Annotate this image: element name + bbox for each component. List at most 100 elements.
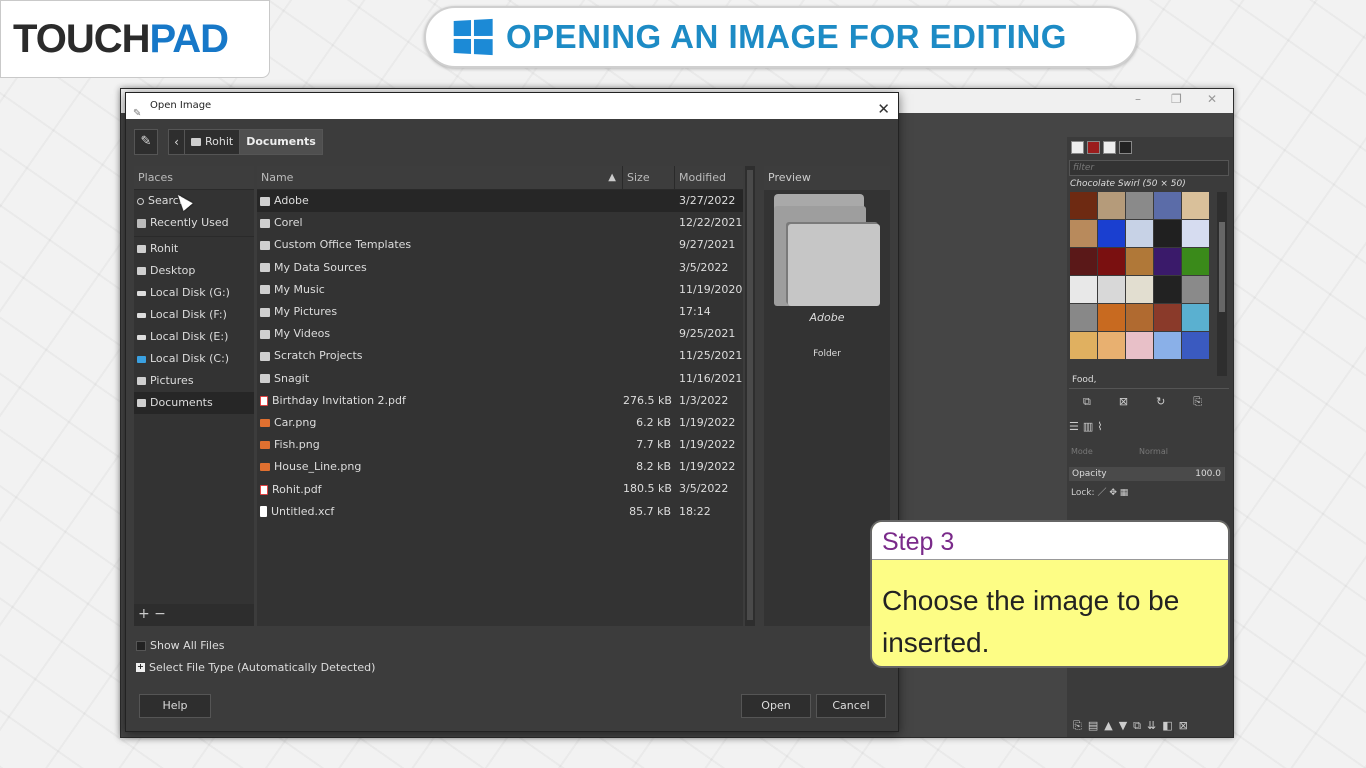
type-location-icon[interactable]: ✎ <box>134 129 158 155</box>
pattern-swatch[interactable] <box>1126 192 1153 219</box>
place-item[interactable]: Local Disk (E:) <box>134 326 254 348</box>
checkbox-icon[interactable] <box>136 640 146 651</box>
pattern-swatch[interactable] <box>1182 248 1209 275</box>
file-row[interactable]: Car.png 6.2 kB 1/19/2022 <box>257 412 743 434</box>
mask-icon[interactable]: ◧ <box>1162 719 1172 733</box>
brush-tab-icon[interactable] <box>1071 141 1084 154</box>
layers-tab-icon[interactable]: ☰ <box>1069 420 1079 433</box>
pattern-swatch[interactable] <box>1098 276 1125 303</box>
pattern-swatch[interactable] <box>1154 192 1181 219</box>
place-item[interactable]: Desktop <box>134 260 254 282</box>
pattern-swatch[interactable] <box>1182 220 1209 247</box>
pattern-swatch[interactable] <box>1182 304 1209 331</box>
file-row[interactable]: Fish.png 7.7 kB 1/19/2022 <box>257 434 743 456</box>
breadcrumb-rohit[interactable]: Rohit <box>185 130 240 154</box>
pattern-swatch[interactable] <box>1098 304 1125 331</box>
layer-mode[interactable]: Mode Normal <box>1071 447 1227 456</box>
pattern-swatch[interactable] <box>1070 192 1097 219</box>
pattern-swatch[interactable] <box>1098 220 1125 247</box>
pattern-swatch[interactable] <box>1182 332 1209 359</box>
select-file-type-expander[interactable]: + Select File Type (Automatically Detect… <box>136 661 375 674</box>
new-layer-icon[interactable]: ⎘ <box>1073 719 1082 733</box>
file-row[interactable]: My Pictures 17:14 <box>257 301 743 323</box>
place-item[interactable]: Local Disk (C:) <box>134 348 254 370</box>
place-item[interactable]: Documents <box>134 392 254 414</box>
pattern-swatch[interactable] <box>1126 220 1153 247</box>
maximize-icon[interactable]: ❐ <box>1171 92 1182 106</box>
opacity-slider[interactable]: Opacity 100.0 <box>1069 467 1225 481</box>
pattern-swatch[interactable] <box>1070 332 1097 359</box>
pattern-swatch[interactable] <box>1182 192 1209 219</box>
merge-icon[interactable]: ⇊ <box>1147 719 1156 733</box>
place-item[interactable]: Pictures <box>134 370 254 392</box>
pattern-scrollbar[interactable] <box>1217 192 1227 376</box>
file-row[interactable]: Rohit.pdf 180.5 kB 3/5/2022 <box>257 478 743 500</box>
minimize-icon[interactable]: – <box>1135 92 1141 106</box>
paths-tab-icon[interactable]: ⌇ <box>1097 420 1102 433</box>
help-tab-icon[interactable] <box>1119 141 1132 154</box>
file-row[interactable]: Custom Office Templates 9/27/2021 <box>257 234 743 256</box>
file-row[interactable]: Corel 12/22/2021 <box>257 212 743 234</box>
new-group-icon[interactable]: ▤ <box>1088 719 1098 733</box>
lock-alpha-icon[interactable]: ▦ <box>1120 488 1129 498</box>
delete-icon[interactable]: ⊠ <box>1119 395 1128 409</box>
refresh-icon[interactable]: ↻ <box>1156 395 1165 409</box>
place-item[interactable]: Local Disk (G:) <box>134 282 254 304</box>
pattern-swatch[interactable] <box>1126 248 1153 275</box>
pattern-swatch[interactable] <box>1070 220 1097 247</box>
pattern-swatch[interactable] <box>1154 304 1181 331</box>
place-item[interactable]: Local Disk (F:) <box>134 304 254 326</box>
pattern-swatch[interactable] <box>1154 248 1181 275</box>
show-all-files-checkbox[interactable]: Show All Files <box>136 639 224 652</box>
file-row[interactable]: Birthday Invitation 2.pdf 276.5 kB 1/3/202… <box>257 390 743 412</box>
file-list-scrollbar[interactable] <box>745 166 755 626</box>
channels-tab-icon[interactable]: ▥ <box>1083 420 1093 433</box>
pattern-swatch[interactable] <box>1182 276 1209 303</box>
delete-layer-icon[interactable]: ⊠ <box>1179 719 1188 733</box>
back-chevron-icon[interactable]: ‹ <box>169 130 185 154</box>
file-row[interactable]: My Videos 9/25/2021 <box>257 323 743 345</box>
place-item[interactable]: Search <box>134 190 254 212</box>
pattern-swatch[interactable] <box>1070 276 1097 303</box>
pattern-tab-icon[interactable] <box>1087 141 1100 154</box>
file-row[interactable]: Adobe 3/27/2022 <box>257 190 743 213</box>
pattern-tag-field[interactable]: Food, <box>1069 375 1229 389</box>
duplicate-layer-icon[interactable]: ⧉ <box>1133 719 1141 733</box>
pattern-swatch[interactable] <box>1098 192 1125 219</box>
places-add-remove[interactable]: + − <box>134 604 254 626</box>
lock-position-icon[interactable]: ✥ <box>1109 488 1117 498</box>
column-modified[interactable]: Modified <box>675 166 743 189</box>
file-row[interactable]: My Music 11/19/2020 <box>257 279 743 301</box>
pattern-grid[interactable] <box>1070 192 1210 376</box>
pattern-swatch[interactable] <box>1126 332 1153 359</box>
pattern-swatch[interactable] <box>1126 276 1153 303</box>
pattern-swatch[interactable] <box>1070 248 1097 275</box>
expand-plus-icon[interactable]: + <box>136 663 145 672</box>
breadcrumb-documents[interactable]: Documents <box>239 130 322 154</box>
pattern-swatch[interactable] <box>1154 276 1181 303</box>
lower-icon[interactable]: ▼ <box>1119 719 1127 733</box>
dock-tabs[interactable] <box>1071 141 1132 154</box>
pattern-swatch[interactable] <box>1070 304 1097 331</box>
mode-value[interactable]: Normal <box>1139 447 1168 456</box>
duplicate-icon[interactable]: ⧉ <box>1083 395 1091 409</box>
help-button[interactable]: Help <box>139 694 211 718</box>
close-icon[interactable]: ✕ <box>877 96 890 122</box>
raise-icon[interactable]: ▲ <box>1104 719 1112 733</box>
column-size[interactable]: Size <box>623 166 675 189</box>
file-row[interactable]: Scratch Projects 11/25/2021 <box>257 345 743 367</box>
open-as-image-icon[interactable]: ⎘ <box>1193 395 1202 409</box>
open-button[interactable]: Open <box>741 694 811 718</box>
place-item[interactable]: Rohit <box>134 238 254 260</box>
file-row[interactable]: Untitled.xcf 85.7 kB 18:22 <box>257 501 743 523</box>
lock-pixels-icon[interactable]: ／ <box>1097 488 1106 498</box>
file-row[interactable]: Snagit 11/16/2021 <box>257 368 743 390</box>
column-name[interactable]: Name ▲ <box>257 166 623 189</box>
pattern-swatch[interactable] <box>1098 332 1125 359</box>
file-row[interactable]: House_Line.png 8.2 kB 1/19/2022 <box>257 456 743 478</box>
close-icon[interactable]: ✕ <box>1207 92 1217 106</box>
pattern-swatch[interactable] <box>1126 304 1153 331</box>
cancel-button[interactable]: Cancel <box>816 694 886 718</box>
pattern-swatch[interactable] <box>1154 332 1181 359</box>
pattern-filter-input[interactable]: filter <box>1069 160 1229 176</box>
